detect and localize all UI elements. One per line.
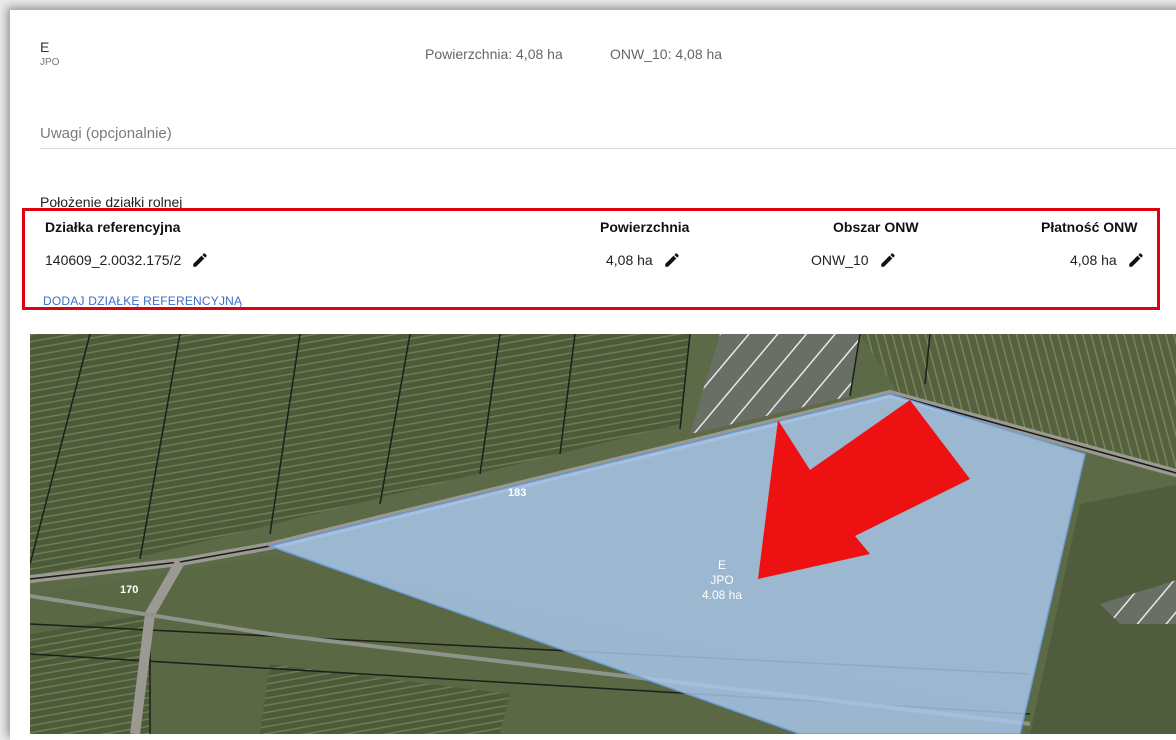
cell-reference-parcel: 140609_2.0032.175/2	[45, 251, 209, 269]
edit-pencil-icon[interactable]	[191, 251, 209, 269]
cell-area: 4,08 ha	[606, 251, 681, 269]
edit-pencil-icon[interactable]	[1127, 251, 1145, 269]
road-label-183: 183	[508, 487, 526, 499]
area-summary: Powierzchnia: 4,08 ha	[425, 46, 563, 62]
cell-onw-area: ONW_10	[811, 251, 897, 269]
field-lower-left	[30, 614, 150, 734]
notes-input[interactable]	[40, 118, 1176, 149]
cell-onw-payment: 4,08 ha	[1070, 251, 1145, 269]
map-canvas: E JPO 4.08 ha 183 170	[30, 334, 1176, 734]
map-view[interactable]: E JPO 4.08 ha 183 170	[30, 334, 1176, 734]
col-onw-payment: Płatność ONW	[1041, 219, 1138, 235]
parcel-label-type: JPO	[710, 573, 733, 587]
edit-pencil-icon[interactable]	[663, 251, 681, 269]
parcel-type: JPO	[40, 57, 60, 68]
add-reference-parcel-link[interactable]: DODAJ DZIAŁKĘ REFERENCYJNĄ	[43, 294, 242, 308]
col-onw-area: Obszar ONW	[833, 219, 919, 235]
parcel-code: E	[40, 39, 50, 55]
col-reference-parcel: Działka referencyjna	[45, 219, 181, 235]
parcel-label-area: 4.08 ha	[702, 588, 742, 602]
onw-payment-value: 4,08 ha	[1070, 252, 1117, 268]
onw-summary: ONW_10: 4,08 ha	[610, 46, 723, 62]
area-value: 4,08 ha	[606, 252, 653, 268]
road-label-170: 170	[120, 584, 138, 596]
edit-pencil-icon[interactable]	[879, 251, 897, 269]
reference-parcel-value: 140609_2.0032.175/2	[45, 252, 182, 268]
onw-area-value: ONW_10	[811, 252, 869, 268]
parcel-label-code: E	[718, 558, 726, 572]
col-area: Powierzchnia	[600, 219, 690, 235]
